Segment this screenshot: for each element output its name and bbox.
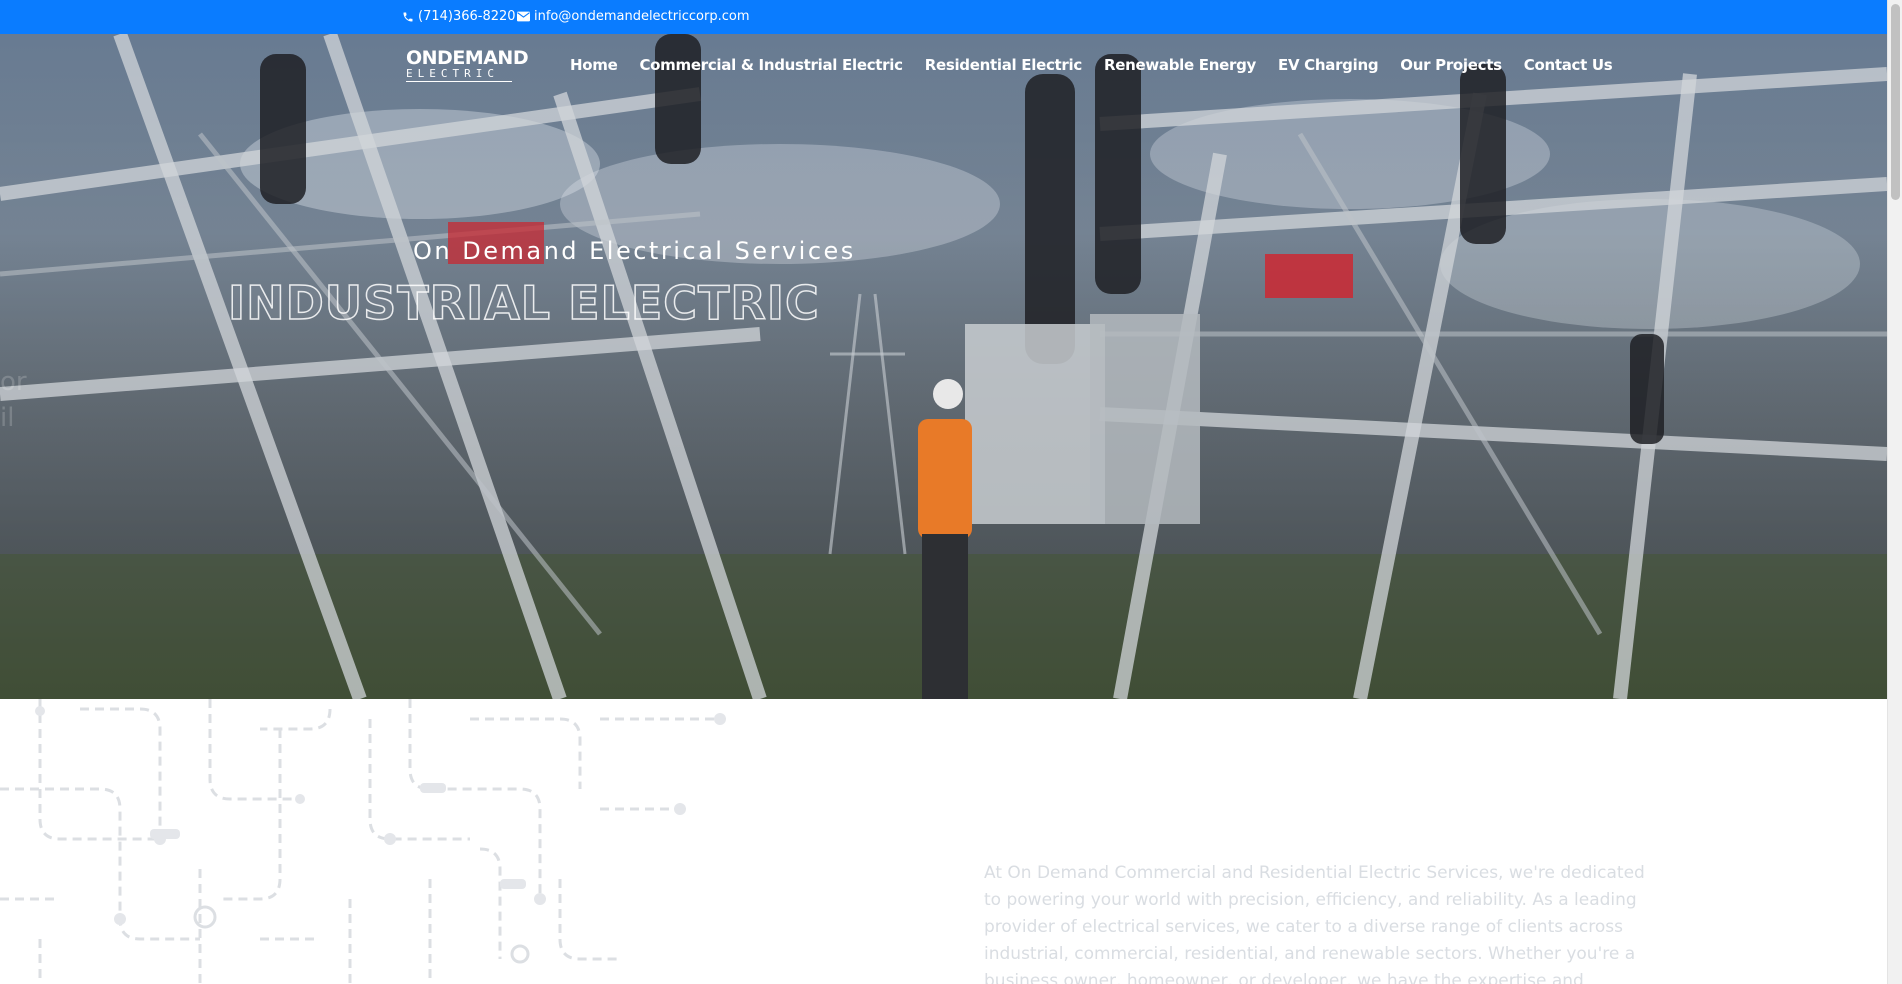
nav-item-our-projects[interactable]: Our Projects [1400, 56, 1502, 74]
page-scrollbar[interactable] [1887, 0, 1902, 984]
ondemand-electric-logo[interactable]: ONDEMAND ELECTRIC [406, 47, 529, 84]
logo-tagline-rule [406, 81, 512, 84]
logo-text-electric: ELECTRIC [406, 67, 499, 80]
hero-ghost-text: or il [0, 367, 27, 433]
nav-menu: Home Commercial & Industrial Electric Re… [570, 56, 1613, 74]
hero-subtitle: On Demand Electrical Services [413, 237, 856, 265]
top-contact-bar: (714)366-8220 info@ondemandelectriccorp.… [0, 0, 1902, 34]
phone-icon [402, 11, 414, 23]
scrollbar-thumb[interactable] [1891, 4, 1900, 200]
phone-link[interactable]: (714)366-8220 [402, 9, 516, 24]
phone-number: (714)366-8220 [418, 9, 516, 24]
substation-background-image [0, 34, 1887, 699]
nav-item-contact-us[interactable]: Contact Us [1524, 56, 1613, 74]
nav-item-commercial-industrial-electric[interactable]: Commercial & Industrial Electric [639, 56, 903, 74]
intro-paragraph: At On Demand Commercial and Residential … [984, 863, 1645, 984]
nav-item-renewable-energy[interactable]: Renewable Energy [1104, 56, 1256, 74]
circuit-pattern-decoration [0, 699, 726, 984]
email-address: info@ondemandelectriccorp.com [534, 9, 750, 24]
nav-item-home[interactable]: Home [570, 56, 618, 74]
nav-item-ev-charging[interactable]: EV Charging [1278, 56, 1379, 74]
hero-title: INDUSTRIAL ELECTRIC [227, 275, 820, 331]
email-link[interactable]: info@ondemandelectriccorp.com [517, 9, 750, 24]
nav-item-residential-electric[interactable]: Residential Electric [925, 56, 1083, 74]
email-icon [517, 11, 530, 22]
logo-text-ondemand: ONDEMAND [406, 47, 529, 69]
hero-banner: or il [0, 34, 1887, 699]
